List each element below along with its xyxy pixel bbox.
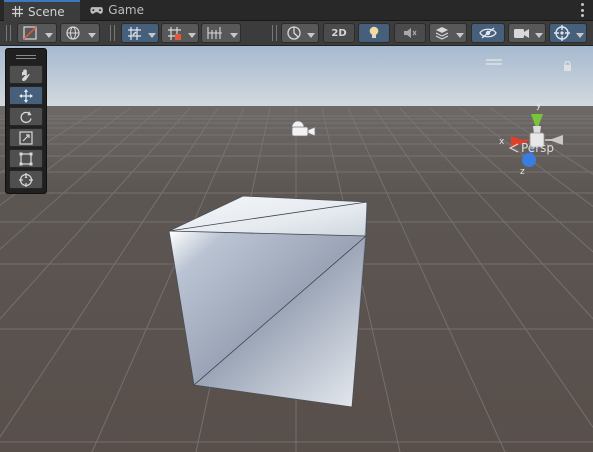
axis-z-label: z xyxy=(520,167,525,177)
grid-snap-dropdown[interactable] xyxy=(121,23,159,43)
scale-tool-button[interactable] xyxy=(9,128,43,147)
hidden-objects-toggle[interactable] xyxy=(471,23,505,43)
chevron-down-icon xyxy=(535,33,543,38)
transform-icon xyxy=(19,172,33,187)
lock-icon[interactable] xyxy=(563,60,572,74)
tab-scene-label: Scene xyxy=(28,4,65,19)
rotate-tool-button[interactable] xyxy=(9,107,43,126)
toolbar-grip-5[interactable] xyxy=(272,25,273,41)
render-mode-dropdown[interactable] xyxy=(281,23,319,43)
audio-mute-icon xyxy=(404,28,417,38)
scale-icon xyxy=(19,130,33,145)
toolbar-grip-6[interactable] xyxy=(276,25,277,41)
camera-settings-dropdown[interactable] xyxy=(508,23,546,43)
axis-x-label: x xyxy=(499,137,505,147)
render-mode-icon xyxy=(287,26,301,40)
effects-dropdown[interactable] xyxy=(429,23,467,43)
chevron-down-icon xyxy=(45,33,53,38)
more-options-icon[interactable] xyxy=(579,3,585,17)
scene-toolbar: 2D xyxy=(0,21,593,46)
move-tool-button[interactable] xyxy=(9,86,43,105)
toolbar-grip[interactable] xyxy=(6,25,7,41)
transform-tool-button[interactable] xyxy=(9,170,43,189)
global-pivot-dropdown[interactable] xyxy=(60,23,100,43)
grid-icon xyxy=(12,6,23,17)
snap-settings-icon xyxy=(207,27,222,39)
toolbar-grip-4[interactable] xyxy=(114,25,115,41)
tab-game-label: Game xyxy=(108,3,144,17)
snap-settings-dropdown[interactable] xyxy=(201,23,241,43)
toggle-2d-label: 2D xyxy=(331,27,347,39)
gizmos-icon xyxy=(554,25,570,41)
scene-canvas[interactable]: y x z xyxy=(0,46,593,452)
hand-icon xyxy=(22,68,30,81)
tab-game[interactable]: Game xyxy=(82,0,152,20)
increment-snap-dropdown[interactable] xyxy=(161,23,199,43)
move-icon xyxy=(19,88,33,103)
effects-icon xyxy=(435,27,449,40)
axis-y-label: y xyxy=(536,101,542,111)
lighting-icon xyxy=(369,26,379,38)
gizmo-menu-icon[interactable] xyxy=(486,54,502,68)
chevron-down-icon xyxy=(576,33,584,38)
tab-scene[interactable]: Scene xyxy=(4,0,80,21)
tools-overlay xyxy=(5,48,47,194)
gamepad-icon xyxy=(90,6,103,14)
toggle-2d-button[interactable]: 2D xyxy=(323,23,355,43)
projection-label: Persp xyxy=(521,141,554,155)
hidden-objects-icon xyxy=(479,27,497,39)
grid-snap-icon xyxy=(127,26,141,40)
draw-mode-dropdown[interactable] xyxy=(17,23,57,43)
lighting-toggle-button[interactable] xyxy=(358,23,390,43)
perspective-icon xyxy=(509,143,519,153)
chevron-down-icon xyxy=(148,33,156,38)
projection-toggle[interactable]: Persp xyxy=(509,141,554,155)
scene-viewport[interactable]: y x z xyxy=(0,46,593,452)
camera-icon xyxy=(513,28,529,38)
chevron-down-icon xyxy=(230,33,238,38)
chevron-down-icon xyxy=(88,33,96,38)
gizmos-dropdown[interactable] xyxy=(549,23,587,43)
toolbar-grip-3[interactable] xyxy=(110,25,111,41)
overlay-grip-2[interactable] xyxy=(16,58,36,59)
rotate-icon xyxy=(20,110,32,123)
increment-snap-icon xyxy=(167,26,181,40)
chevron-down-icon xyxy=(307,33,315,38)
tab-bar: Scene Game xyxy=(0,0,593,21)
toolbar-grip-2[interactable] xyxy=(10,25,11,41)
rect-transform-icon xyxy=(19,152,33,165)
shaded-draw-mode-icon xyxy=(23,26,37,40)
cube-object[interactable] xyxy=(168,195,368,408)
audio-toggle-button[interactable] xyxy=(394,23,426,43)
chevron-down-icon xyxy=(188,33,196,38)
hand-tool-button[interactable] xyxy=(9,65,43,84)
rect-tool-button[interactable] xyxy=(9,149,43,168)
global-pivot-icon xyxy=(66,26,80,40)
chevron-down-icon xyxy=(456,33,464,38)
overlay-grip[interactable] xyxy=(16,55,36,56)
